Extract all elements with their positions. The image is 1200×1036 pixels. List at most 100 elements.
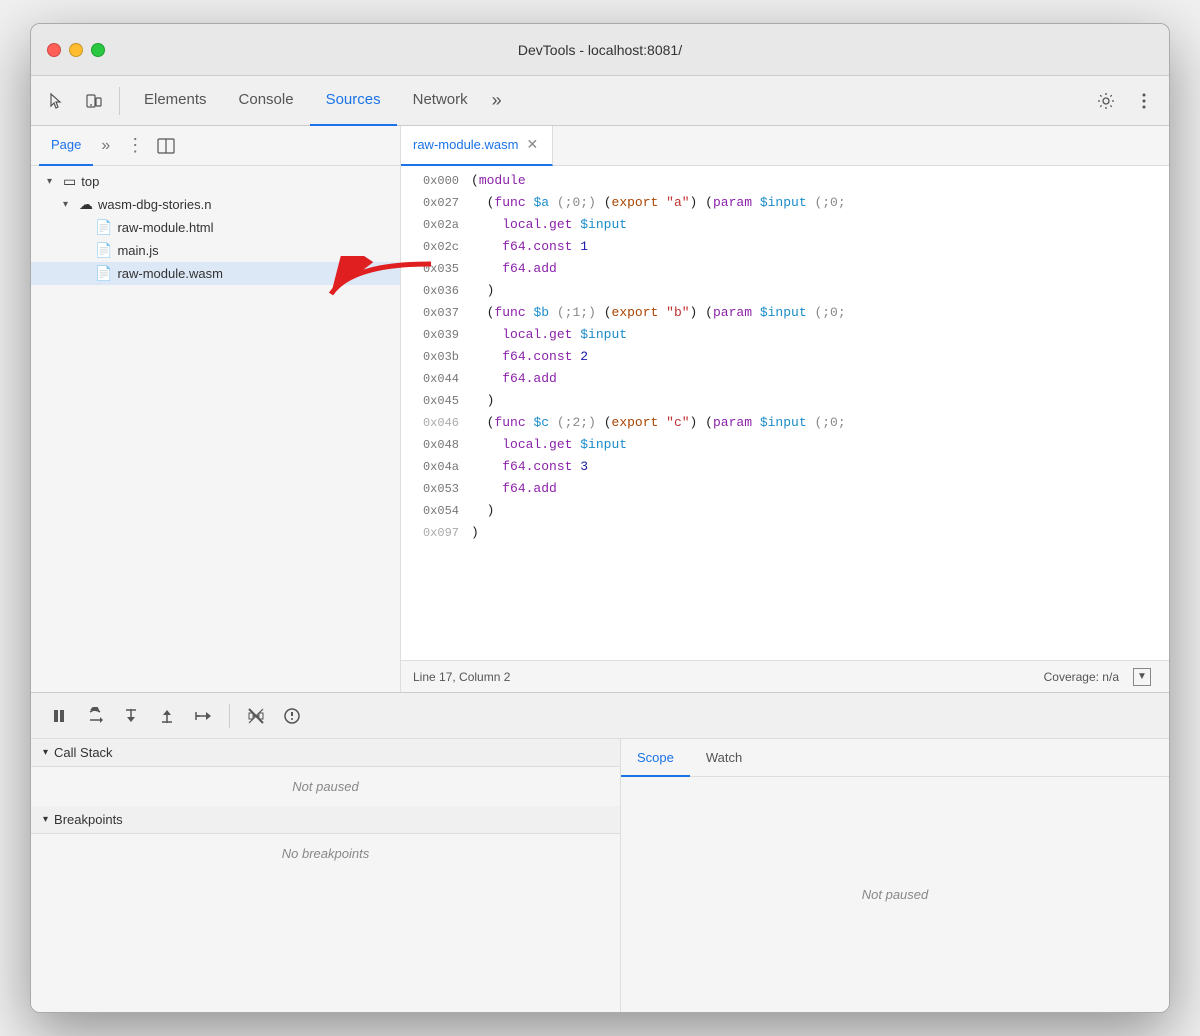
- line-address: 0x044: [401, 368, 471, 390]
- editor-tabs: raw-module.wasm ✕: [401, 126, 1169, 166]
- debug-separator: [229, 704, 230, 728]
- call-stack-empty: Not paused: [292, 779, 359, 794]
- step-into-button[interactable]: [115, 700, 147, 732]
- deactivate-button[interactable]: [276, 700, 308, 732]
- more-tabs-button[interactable]: »: [484, 90, 510, 111]
- file-tree: ▾ ▭ top ▾ ☁ wasm-dbg-stories.n: [31, 166, 400, 692]
- main-content: Page » ⋮ ▾ ▭: [31, 126, 1169, 692]
- line-address: 0x045: [401, 390, 471, 412]
- line-address: 0x04a: [401, 456, 471, 478]
- tree-item-top[interactable]: ▾ ▭ top: [31, 170, 400, 193]
- tab-sources[interactable]: Sources: [310, 76, 397, 126]
- step-long-icon: [194, 707, 212, 725]
- line-content: (func $c (;2;) (export "c") (param $inpu…: [471, 412, 1169, 434]
- tree-label-wasm: raw-module.wasm: [117, 266, 222, 281]
- cloud-icon: ☁: [79, 196, 93, 213]
- settings-button[interactable]: [1089, 84, 1123, 118]
- code-line[interactable]: 0x027 (func $a (;0;) (export "a") (param…: [401, 192, 1169, 214]
- split-icon: [157, 137, 175, 155]
- line-address: 0x097: [401, 522, 471, 544]
- code-line[interactable]: 0x000(module: [401, 170, 1169, 192]
- bottom-left-panel: ▾ Call Stack Not paused ▾ Breakpoints No…: [31, 739, 621, 1012]
- tree-item-wasm[interactable]: ▶ 📄 raw-module.wasm: [31, 262, 400, 285]
- code-line[interactable]: 0x03b f64.const 2: [401, 346, 1169, 368]
- close-button[interactable]: [47, 43, 61, 57]
- call-stack-header[interactable]: ▾ Call Stack: [31, 739, 620, 767]
- devtools-window: DevTools - localhost:8081/ Elements Cons…: [30, 23, 1170, 1013]
- code-line[interactable]: 0x044 f64.add: [401, 368, 1169, 390]
- pause-icon: [51, 708, 67, 724]
- code-line[interactable]: 0x053 f64.add: [401, 478, 1169, 500]
- code-line[interactable]: 0x039 local.get $input: [401, 324, 1169, 346]
- breakpoints-header[interactable]: ▾ Breakpoints: [31, 806, 620, 834]
- toolbar-separator: [119, 87, 120, 115]
- line-address: 0x036: [401, 280, 471, 302]
- code-line[interactable]: 0x036 ): [401, 280, 1169, 302]
- code-line[interactable]: 0x02a local.get $input: [401, 214, 1169, 236]
- code-line[interactable]: 0x046 (func $c (;2;) (export "c") (param…: [401, 412, 1169, 434]
- code-line[interactable]: 0x048 local.get $input: [401, 434, 1169, 456]
- main-toolbar: Elements Console Sources Network »: [31, 76, 1169, 126]
- device-icon: [85, 92, 103, 110]
- content-wrapper: Page » ⋮ ▾ ▭: [31, 126, 1169, 692]
- bottom-area: ▾ Call Stack Not paused ▾ Breakpoints No…: [31, 692, 1169, 1012]
- blackbox-icon: [247, 707, 265, 725]
- titlebar: DevTools - localhost:8081/: [31, 24, 1169, 76]
- line-content: f64.const 3: [471, 456, 1169, 478]
- tree-item-html[interactable]: ▶ 📄 raw-module.html: [31, 216, 400, 239]
- line-address: 0x046: [401, 412, 471, 434]
- code-line[interactable]: 0x035 f64.add: [401, 258, 1169, 280]
- line-address: 0x039: [401, 324, 471, 346]
- editor-tab-wasm[interactable]: raw-module.wasm ✕: [401, 126, 553, 166]
- window-title: DevTools - localhost:8081/: [518, 42, 682, 58]
- tree-item-wasm-origin[interactable]: ▾ ☁ wasm-dbg-stories.n: [31, 193, 400, 216]
- split-view-button[interactable]: [152, 132, 180, 160]
- watch-tab[interactable]: Watch: [690, 739, 758, 777]
- tab-console[interactable]: Console: [223, 76, 310, 126]
- gear-icon: [1097, 92, 1115, 110]
- call-stack-arrow: ▾: [43, 747, 48, 758]
- code-line[interactable]: 0x054 ): [401, 500, 1169, 522]
- page-tab[interactable]: Page: [39, 126, 93, 166]
- code-line[interactable]: 0x045 ): [401, 390, 1169, 412]
- panel-tab-more[interactable]: »: [97, 137, 114, 155]
- line-address: 0x054: [401, 500, 471, 522]
- code-line[interactable]: 0x02c f64.const 1: [401, 236, 1169, 258]
- panel-menu-button[interactable]: ⋮: [122, 131, 148, 160]
- maximize-button[interactable]: [91, 43, 105, 57]
- left-panel: Page » ⋮ ▾ ▭: [31, 126, 401, 692]
- code-area[interactable]: 0x000(module0x027 (func $a (;0;) (export…: [401, 166, 1169, 660]
- line-content: ): [471, 522, 1169, 544]
- wasm-file-icon: 📄: [95, 265, 112, 282]
- pause-button[interactable]: [43, 700, 75, 732]
- line-address: 0x02a: [401, 214, 471, 236]
- breakpoints-section: ▾ Breakpoints No breakpoints: [31, 806, 620, 873]
- code-line[interactable]: 0x04a f64.const 3: [401, 456, 1169, 478]
- status-bar: Line 17, Column 2 Coverage: n/a ▼: [401, 660, 1169, 692]
- code-line[interactable]: 0x037 (func $b (;1;) (export "b") (param…: [401, 302, 1169, 324]
- tab-network[interactable]: Network: [397, 76, 484, 126]
- step-out-button[interactable]: [151, 700, 183, 732]
- device-toolbar-button[interactable]: [77, 84, 111, 118]
- call-stack-content: Not paused: [31, 767, 620, 806]
- line-content: local.get $input: [471, 434, 1169, 456]
- tree-item-js[interactable]: ▶ 📄 main.js: [31, 239, 400, 262]
- editor-tab-close[interactable]: ✕: [524, 134, 540, 155]
- step-over-button[interactable]: [79, 700, 111, 732]
- breakpoints-label: Breakpoints: [54, 812, 123, 827]
- code-line[interactable]: 0x097): [401, 522, 1169, 544]
- line-content: ): [471, 390, 1169, 412]
- html-file-icon: 📄: [95, 219, 112, 236]
- line-address: 0x02c: [401, 236, 471, 258]
- line-content: local.get $input: [471, 214, 1169, 236]
- tab-elements[interactable]: Elements: [128, 76, 223, 126]
- blackbox-button[interactable]: [240, 700, 272, 732]
- coverage-button[interactable]: ▼: [1127, 666, 1157, 688]
- step-long-button[interactable]: [187, 700, 219, 732]
- more-options-button[interactable]: [1127, 84, 1161, 118]
- tree-label-top: top: [81, 174, 99, 189]
- line-content: (func $b (;1;) (export "b") (param $inpu…: [471, 302, 1169, 324]
- scope-tab[interactable]: Scope: [621, 739, 690, 777]
- select-tool-button[interactable]: [39, 84, 73, 118]
- minimize-button[interactable]: [69, 43, 83, 57]
